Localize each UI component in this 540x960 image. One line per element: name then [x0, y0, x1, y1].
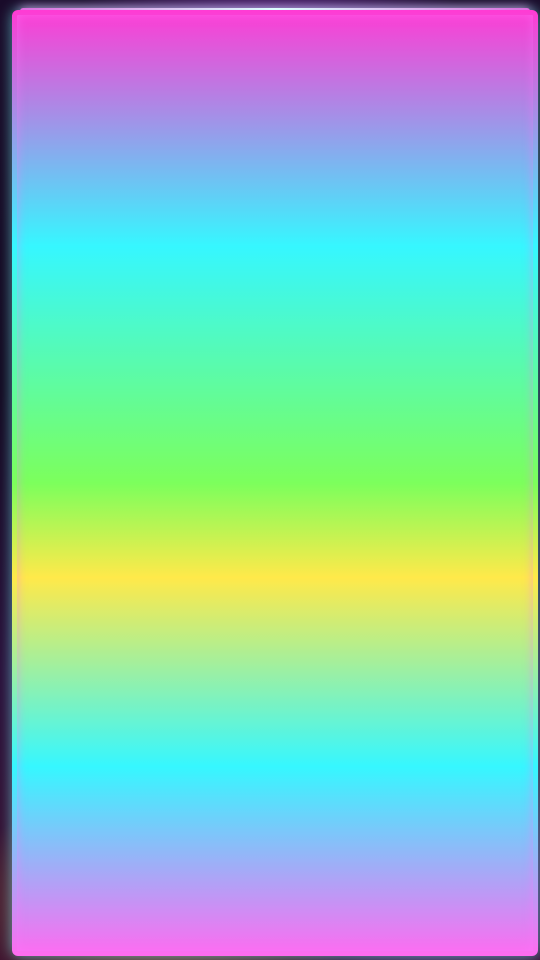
coin-icon: ◎ [290, 572, 304, 586]
angry-emoji-icon: 😡 [376, 82, 408, 114]
top-neon-glow [20, 8, 530, 14]
heart-icon: ♥ [438, 570, 447, 588]
username: 랑둥... [454, 313, 481, 351]
bottom-neon-glow [20, 938, 520, 946]
cap-icon: 🧢 [98, 718, 134, 750]
likes-count: 115.8K [46, 322, 93, 340]
round-counter-bar [408, 64, 458, 67]
coin-icon: ◎ [26, 572, 40, 586]
tile-4-user-tag[interactable]: ♥ + [432, 566, 485, 592]
gift-globe [96, 592, 444, 914]
timer-value: 02:56 [311, 117, 355, 136]
cat-ears-headband [367, 140, 447, 170]
rose-icon: 🌹 [177, 672, 225, 714]
left-team-score: 56.073 [18, 87, 77, 108]
tile-2-likes: ◎ 59.7K [284, 318, 360, 344]
likes-count: 59.7K [310, 322, 350, 340]
ice-cream-icon: 🍦 [188, 786, 234, 827]
tile-4-likes: ◎ 23 [284, 566, 337, 592]
follow-plus-button[interactable]: + [494, 320, 514, 342]
right-team-score: 59.734 [453, 87, 512, 108]
tile-2-user-tag[interactable]: ● 랑둥... + [430, 313, 524, 351]
donut-icon: 🍩 [310, 624, 366, 673]
user-icon: ● [436, 324, 449, 338]
grid-divider [16, 356, 528, 360]
sender-avatar: ◐ [26, 526, 46, 546]
battle-score-bar [14, 86, 526, 110]
round-counter: 41/116 [408, 42, 447, 57]
heart-hands-icon: 🫶 [273, 700, 329, 749]
title-presenter-badge: Presenteador de título [302, 524, 460, 548]
gift-notification-text: 🍞묘팡🍞enviou TikTok... [52, 528, 221, 546]
star-icon[interactable]: ★ [470, 30, 504, 64]
tile-3-likes: ◎ 40.1K [20, 566, 95, 592]
coin-icon: ◎ [290, 324, 304, 338]
gift-notification-banner: ◐ 🍞묘팡🍞enviou TikTok... [20, 522, 278, 550]
timer-label: Volta da vitória [185, 117, 298, 136]
round-counter-bar-fill [408, 64, 426, 67]
gift-icon: ❄ [253, 522, 273, 547]
lollipop-icon: 🍭 [113, 626, 147, 657]
paper-crane-icon: 🕊 [357, 788, 399, 824]
likes-count: 40.1K [46, 570, 86, 588]
tiktok-icon: ♪ [431, 697, 453, 746]
gift-chest-icon: 🎁 [141, 794, 175, 825]
round-timer: Volta da vitória 02:56 [158, 112, 382, 142]
coin-icon: ◎ [26, 324, 40, 338]
follow-plus-button[interactable]: + [452, 568, 475, 590]
tile-1-likes: ◎ 115.8K [20, 318, 102, 344]
pink-bow [116, 386, 150, 406]
likes-count: 23 [310, 570, 327, 588]
